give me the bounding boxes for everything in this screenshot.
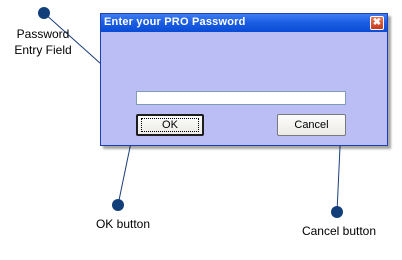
ok-callout-dot: [112, 199, 124, 211]
dialog-titlebar[interactable]: Enter your PRO Password ✖: [101, 14, 387, 32]
password-callout-dot: [38, 7, 50, 19]
password-callout-line1: Password: [16, 27, 70, 41]
ok-button-callout: OK button: [95, 217, 151, 231]
dialog-title: Enter your PRO Password: [104, 16, 246, 28]
password-input[interactable]: [136, 91, 346, 105]
cancel-button-label: Cancel: [294, 119, 329, 131]
cancel-button[interactable]: Cancel: [277, 114, 346, 136]
password-dialog: Enter your PRO Password ✖ OK Cancel: [100, 13, 388, 146]
close-icon[interactable]: ✖: [370, 16, 384, 30]
ok-button[interactable]: OK: [136, 114, 204, 136]
password-callout-line2: Entry Field: [14, 43, 72, 57]
cancel-button-callout: Cancel button: [301, 224, 377, 238]
focus-rectangle: [141, 118, 199, 132]
password-field-callout: Password Entry Field: [8, 26, 78, 58]
cancel-callout-dot: [331, 206, 343, 218]
